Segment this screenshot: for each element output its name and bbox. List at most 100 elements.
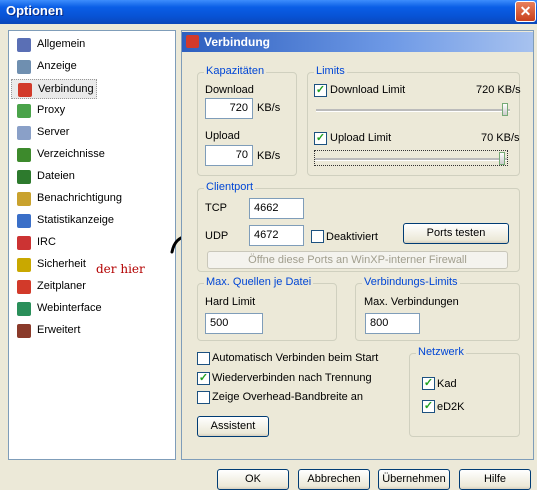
slider-track (316, 109, 510, 112)
tcp-label: TCP (205, 202, 227, 214)
upload-limit-checkbox[interactable]: ✓ (314, 132, 327, 145)
firewall-button[interactable]: Öffne diese Ports an WinXP-interner Fire… (207, 251, 508, 269)
help-button[interactable]: Hilfe (459, 469, 531, 490)
download-limit-checkbox[interactable]: ✓ (314, 84, 327, 97)
sidebar-item-statistikanzeige[interactable]: Statistikanzeige (11, 211, 114, 231)
deactivated-checkbox[interactable] (311, 230, 324, 243)
download-capacity-input[interactable]: 720 (205, 98, 253, 119)
server-icon (17, 126, 31, 140)
kad-label: Kad (437, 378, 457, 390)
panel-title: Verbindung (204, 35, 270, 49)
files-icon (17, 170, 31, 184)
sidebar-item-verzeichnisse[interactable]: Verzeichnisse (11, 145, 105, 165)
stats-icon (17, 214, 31, 228)
sidebar-item-label: Allgemein (37, 38, 86, 50)
sidebar-item-label: IRC (37, 236, 56, 248)
sidebar-item-label: Webinterface (37, 302, 102, 314)
upload-unit: KB/s (257, 150, 281, 162)
auto-connect-label: Automatisch Verbinden beim Start (212, 352, 379, 364)
check-icon: ✓ (198, 372, 209, 384)
plug-icon (186, 35, 199, 48)
sidebar-item-allgemein[interactable]: Allgemein (11, 35, 97, 55)
cancel-button[interactable]: Abbrechen (298, 469, 370, 490)
reconnect-checkbox[interactable]: ✓ (197, 372, 210, 385)
check-icon: ✓ (423, 400, 434, 412)
sidebar-item-benachrichtigung[interactable]: Benachrichtigung (11, 189, 122, 209)
handwritten-annotation: der hier (96, 262, 145, 276)
sidebar-item-label: Erweitert (37, 324, 81, 336)
slider-track (315, 158, 507, 161)
proxy-icon (17, 104, 31, 118)
auto-connect-checkbox[interactable] (197, 352, 210, 365)
download-unit: KB/s (257, 102, 281, 114)
upload-limit-value: 70 KB/s (481, 132, 520, 144)
upload-capacity-input[interactable]: 70 (205, 145, 253, 166)
sidebar-item-label: Anzeige (37, 60, 77, 72)
globe-icon (17, 302, 31, 316)
overhead-checkbox[interactable] (197, 391, 210, 404)
download-limit-value: 720 KB/s (476, 84, 521, 96)
network-group: Netzwerk (409, 346, 520, 437)
max-sources-title: Max. Quellen je Datei (204, 276, 314, 288)
kad-checkbox[interactable]: ✓ (422, 377, 435, 390)
clientport-title: Clientport (204, 181, 256, 193)
udp-port-input[interactable]: 4672 (249, 225, 304, 246)
sidebar-item-verbindung[interactable]: Verbindung (11, 79, 97, 99)
close-button[interactable]: ✕ (515, 1, 536, 22)
apply-button[interactable]: Übernehmen (378, 469, 450, 490)
download-label: Download (205, 84, 254, 96)
reconnect-label: Wiederverbinden nach Trennung (212, 372, 372, 384)
deactivated-label: Deaktiviert (326, 231, 378, 243)
sidebar-item-irc[interactable]: IRC (11, 233, 97, 253)
ok-button[interactable]: OK (217, 469, 289, 490)
sidebar-item-proxy[interactable]: Proxy (11, 101, 97, 121)
sidebar-item-webinterface[interactable]: Webinterface (11, 299, 102, 319)
sidebar-item-label: Verzeichnisse (37, 148, 105, 160)
panel-header: Verbindung (182, 32, 533, 52)
sidebar-item-server[interactable]: Server (11, 123, 97, 143)
download-limit-slider[interactable] (316, 102, 510, 118)
slider-thumb[interactable] (499, 152, 505, 165)
check-icon: ✓ (315, 84, 326, 96)
assistant-button[interactable]: Assistent (197, 416, 269, 437)
notify-icon (17, 192, 31, 206)
sidebar-item-label: Dateien (37, 170, 75, 182)
overhead-label: Zeige Overhead-Bandbreite an (212, 391, 364, 403)
folder-icon (17, 148, 31, 162)
sidebar-item-erweitert[interactable]: Erweitert (11, 321, 97, 341)
ed2k-checkbox[interactable]: ✓ (422, 400, 435, 413)
upload-limit-label: Upload Limit (330, 132, 392, 144)
capacities-title: Kapazitäten (204, 65, 267, 77)
sidebar-item-label: Server (37, 126, 70, 138)
sidebar-item-label: Proxy (37, 104, 66, 116)
check-icon: ✓ (315, 132, 326, 144)
slider-thumb[interactable] (502, 103, 508, 116)
display-icon (17, 60, 31, 74)
download-limit-label: Download Limit (330, 84, 406, 96)
plug-icon (18, 83, 32, 97)
gear-icon (17, 38, 31, 52)
upload-limit-slider[interactable] (314, 150, 508, 166)
hard-limit-label: Hard Limit (205, 296, 256, 308)
window-title: Optionen (6, 3, 64, 18)
tcp-port-input[interactable]: 4662 (249, 198, 304, 219)
sidebar-item-label: Zeitplaner (37, 280, 86, 292)
network-title: Netzwerk (416, 346, 466, 358)
sidebar-item-dateien[interactable]: Dateien (11, 167, 97, 187)
sidebar: Allgemein Anzeige Verbindung Proxy Server Ver… (8, 30, 176, 460)
max-connections-label: Max. Verbindungen (364, 296, 459, 308)
close-icon: ✕ (519, 3, 532, 19)
ports-test-button[interactable]: Ports testen (403, 223, 509, 244)
sidebar-item-anzeige[interactable]: Anzeige (11, 57, 97, 77)
sidebar-item-zeitplaner[interactable]: Zeitplaner (11, 277, 97, 297)
advanced-icon (17, 324, 31, 338)
connection-limits-title: Verbindungs-Limits (362, 276, 460, 288)
max-connections-input[interactable]: 800 (365, 313, 420, 334)
ed2k-label: eD2K (437, 401, 465, 413)
hard-limit-input[interactable]: 500 (205, 313, 263, 334)
sidebar-item-label: Sicherheit (37, 258, 86, 270)
irc-icon (17, 236, 31, 250)
sidebar-item-sicherheit[interactable]: Sicherheit (11, 255, 97, 275)
sidebar-item-label: Statistikanzeige (37, 214, 115, 226)
upload-label: Upload (205, 130, 240, 142)
